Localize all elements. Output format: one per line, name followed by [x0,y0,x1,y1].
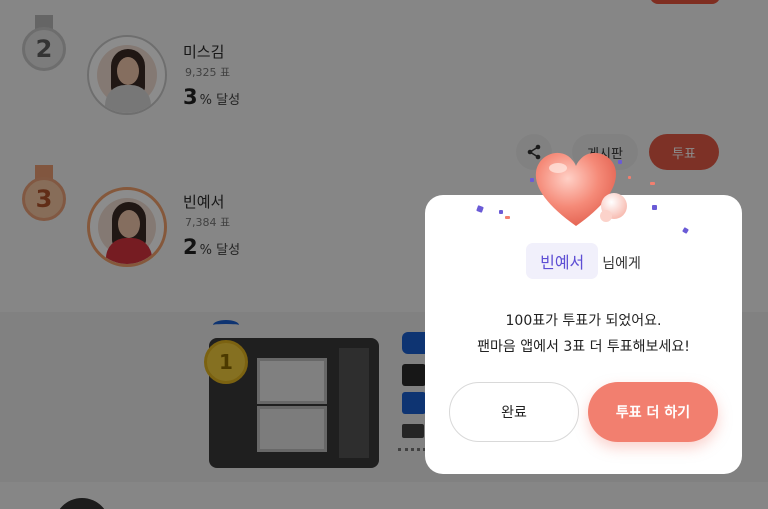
vote-target: 빈예서 님에게 [425,243,742,279]
target-suffix: 님에게 [602,256,641,272]
confetti-icon [618,160,622,164]
confetti-icon [530,178,534,182]
done-button[interactable]: 완료 [449,382,579,442]
confetti-icon [499,210,503,214]
confetti-icon [505,216,510,219]
vote-more-button[interactable]: 투표 더 하기 [588,382,718,442]
target-artist-name: 빈예서 [526,243,599,279]
confetti-icon [628,176,631,179]
confetti-icon [650,182,655,185]
vote-message: 100표가 투표가 되었어요. 팬마음 앱에서 3표 더 투표해보세요! [425,308,742,360]
vote-message-line-2: 팬마음 앱에서 3표 더 투표해보세요! [477,339,690,355]
confetti-icon [652,205,657,210]
vote-message-line-1: 100표가 투표가 되었어요. [505,313,662,329]
vote-complete-modal: 빈예서 님에게 100표가 투표가 되었어요. 팬마음 앱에서 3표 더 투표해보… [425,195,742,474]
